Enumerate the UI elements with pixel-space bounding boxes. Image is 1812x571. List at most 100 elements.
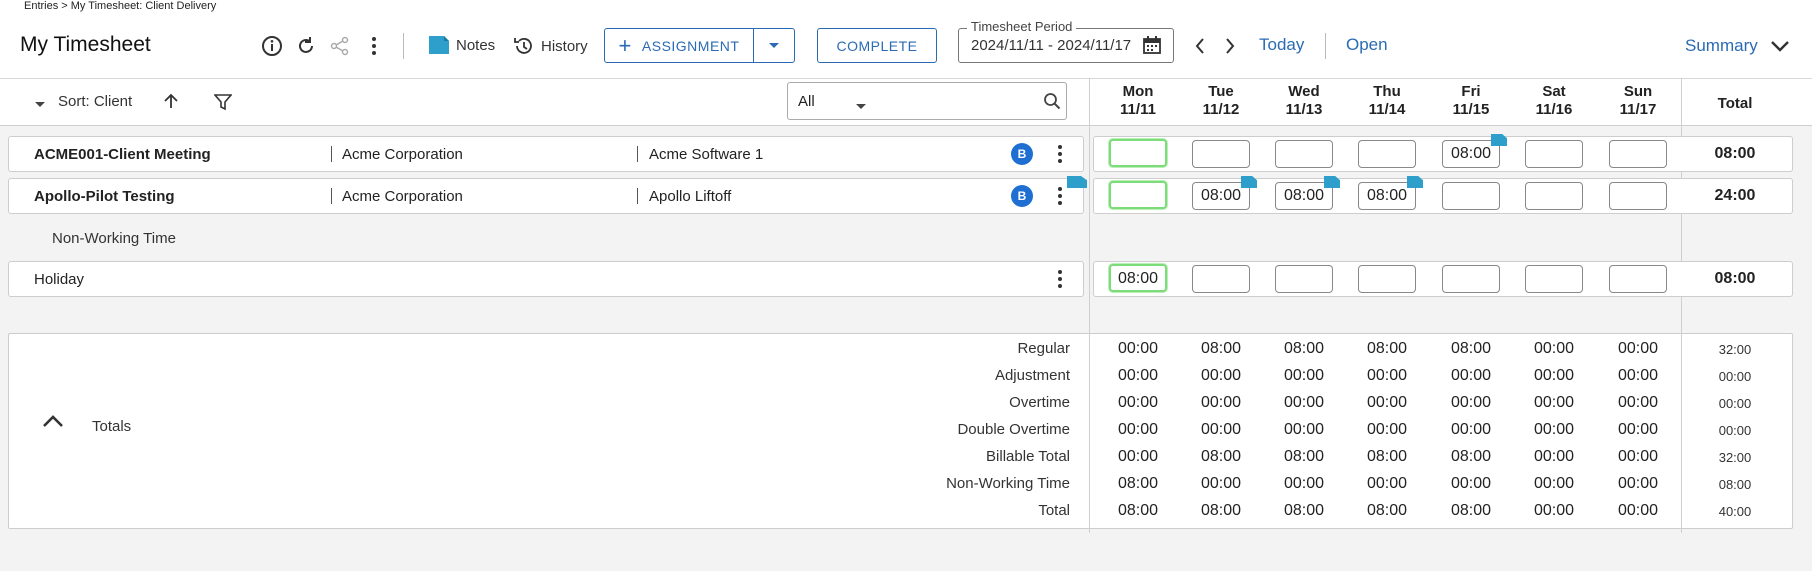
history-button[interactable]: History: [513, 35, 588, 57]
total-header: Total: [1717, 95, 1753, 112]
row-more-icon[interactable]: [1057, 144, 1063, 169]
refresh-icon[interactable]: [292, 32, 320, 60]
totals-cell: 00:00: [1200, 394, 1242, 411]
field-divider: [331, 146, 332, 162]
notes-label: Notes: [456, 36, 496, 54]
assignment-label: ASSIGNMENT: [641, 37, 740, 54]
totals-row-total: 32:00: [1718, 342, 1752, 357]
complete-button[interactable]: COMPLETE: [817, 28, 937, 63]
totals-cell: 00:00: [1117, 421, 1159, 438]
billable-badge: B: [1011, 185, 1033, 207]
totals-cell: 08:00: [1283, 502, 1325, 519]
next-period-icon[interactable]: [1216, 32, 1244, 60]
time-entry-cell[interactable]: [1109, 181, 1167, 209]
sort-ascending-icon[interactable]: [162, 92, 180, 115]
totals-cell: 00:00: [1450, 367, 1492, 384]
time-entry-cell[interactable]: [1442, 265, 1500, 293]
open-link[interactable]: Open: [1346, 35, 1388, 55]
toolbar-divider: [403, 33, 404, 59]
project-name: Apollo Liftoff: [649, 188, 732, 205]
assignment-name: Apollo-Pilot Testing: [34, 188, 175, 205]
row-more-icon[interactable]: [1057, 269, 1063, 294]
time-entry-cell[interactable]: [1358, 140, 1416, 168]
totals-cell: 00:00: [1366, 475, 1408, 492]
time-entry-cell[interactable]: [1109, 139, 1167, 167]
note-indicator-icon[interactable]: [1067, 176, 1087, 188]
totals-cell: 00:00: [1117, 394, 1159, 411]
totals-row-total: 08:00: [1718, 477, 1752, 492]
column-divider: [1681, 333, 1682, 529]
totals-cell: 00:00: [1283, 475, 1325, 492]
totals-cell: 08:00: [1450, 502, 1492, 519]
totals-cell: 08:00: [1450, 340, 1492, 357]
breadcrumb[interactable]: Entries > My Timesheet: Client Delivery: [24, 0, 216, 12]
totals-row-label: Regular: [1017, 340, 1070, 357]
add-assignment-button[interactable]: + ASSIGNMENT: [604, 28, 754, 63]
time-entry-cell[interactable]: [1609, 182, 1667, 210]
timesheet-period-value: 2024/11/11 - 2024/11/17: [971, 37, 1132, 54]
totals-cell: 08:00: [1366, 502, 1408, 519]
notes-button[interactable]: Notes: [428, 35, 495, 55]
row-total: 24:00: [1714, 187, 1756, 204]
day-header-sun: Sun 11/17: [1619, 83, 1657, 118]
share-icon[interactable]: [326, 32, 354, 60]
field-divider: [331, 188, 332, 204]
totals-cell: 00:00: [1117, 367, 1159, 384]
totals-label: Totals: [92, 418, 132, 435]
time-entry-cell[interactable]: [1192, 265, 1250, 293]
time-entry-cell[interactable]: 08:00: [1109, 264, 1167, 292]
calendar-icon[interactable]: [1143, 36, 1161, 59]
field-divider: [637, 146, 638, 162]
filter-caret-icon[interactable]: [855, 98, 867, 116]
filter-icon[interactable]: [213, 93, 233, 116]
client-name: Acme Corporation: [342, 188, 463, 205]
totals-cell: 00:00: [1533, 475, 1575, 492]
time-entry-cell[interactable]: [1358, 265, 1416, 293]
time-entry-cell[interactable]: [1609, 140, 1667, 168]
day-header-sat: Sat 11/16: [1535, 83, 1573, 118]
row-more-icon[interactable]: [1057, 186, 1063, 211]
summary-toggle[interactable]: Summary: [1685, 36, 1790, 56]
more-vertical-icon[interactable]: [360, 32, 388, 60]
note-icon: [429, 36, 449, 54]
totals-cell: 00:00: [1200, 367, 1242, 384]
filter-select-value[interactable]: All: [798, 93, 815, 110]
project-name: Acme Software 1: [649, 146, 764, 163]
totals-cell: 00:00: [1533, 421, 1575, 438]
totals-cell: 00:00: [1366, 394, 1408, 411]
totals-cell: 08:00: [1450, 448, 1492, 465]
totals-cell: 08:00: [1117, 475, 1159, 492]
search-icon[interactable]: [1043, 92, 1061, 115]
collapse-all-icon[interactable]: [34, 96, 46, 114]
holiday-name: Holiday: [34, 271, 85, 288]
assignment-dropdown-button[interactable]: [753, 28, 795, 63]
totals-cell: 08:00: [1200, 502, 1242, 519]
totals-row-total: 00:00: [1718, 396, 1752, 411]
totals-cell: 08:00: [1200, 448, 1242, 465]
chevron-down-icon: [1770, 41, 1789, 52]
totals-cell: 08:00: [1283, 340, 1325, 357]
search-filter-box[interactable]: [787, 82, 1067, 120]
totals-cell: 00:00: [1200, 421, 1242, 438]
table-row[interactable]: [8, 261, 1084, 297]
today-link[interactable]: Today: [1259, 35, 1304, 55]
history-icon: [514, 38, 532, 54]
time-entry-cell[interactable]: [1609, 265, 1667, 293]
row-total: 08:00: [1714, 270, 1756, 287]
time-entry-cell[interactable]: [1525, 182, 1583, 210]
sort-label[interactable]: Sort: Client: [58, 93, 132, 110]
info-icon[interactable]: [258, 32, 286, 60]
totals-cell: 00:00: [1533, 502, 1575, 519]
time-entry-cell[interactable]: [1275, 265, 1333, 293]
time-entry-cell[interactable]: [1442, 182, 1500, 210]
client-name: Acme Corporation: [342, 146, 463, 163]
totals-cell: 00:00: [1533, 394, 1575, 411]
totals-cell: 08:00: [1117, 502, 1159, 519]
time-entry-cell[interactable]: [1525, 140, 1583, 168]
time-entry-cell[interactable]: [1192, 140, 1250, 168]
time-entry-cell[interactable]: [1525, 265, 1583, 293]
previous-period-icon[interactable]: [1186, 32, 1214, 60]
time-entry-cell[interactable]: [1275, 140, 1333, 168]
totals-cell: 00:00: [1283, 394, 1325, 411]
chevron-up-icon[interactable]: [42, 414, 64, 433]
